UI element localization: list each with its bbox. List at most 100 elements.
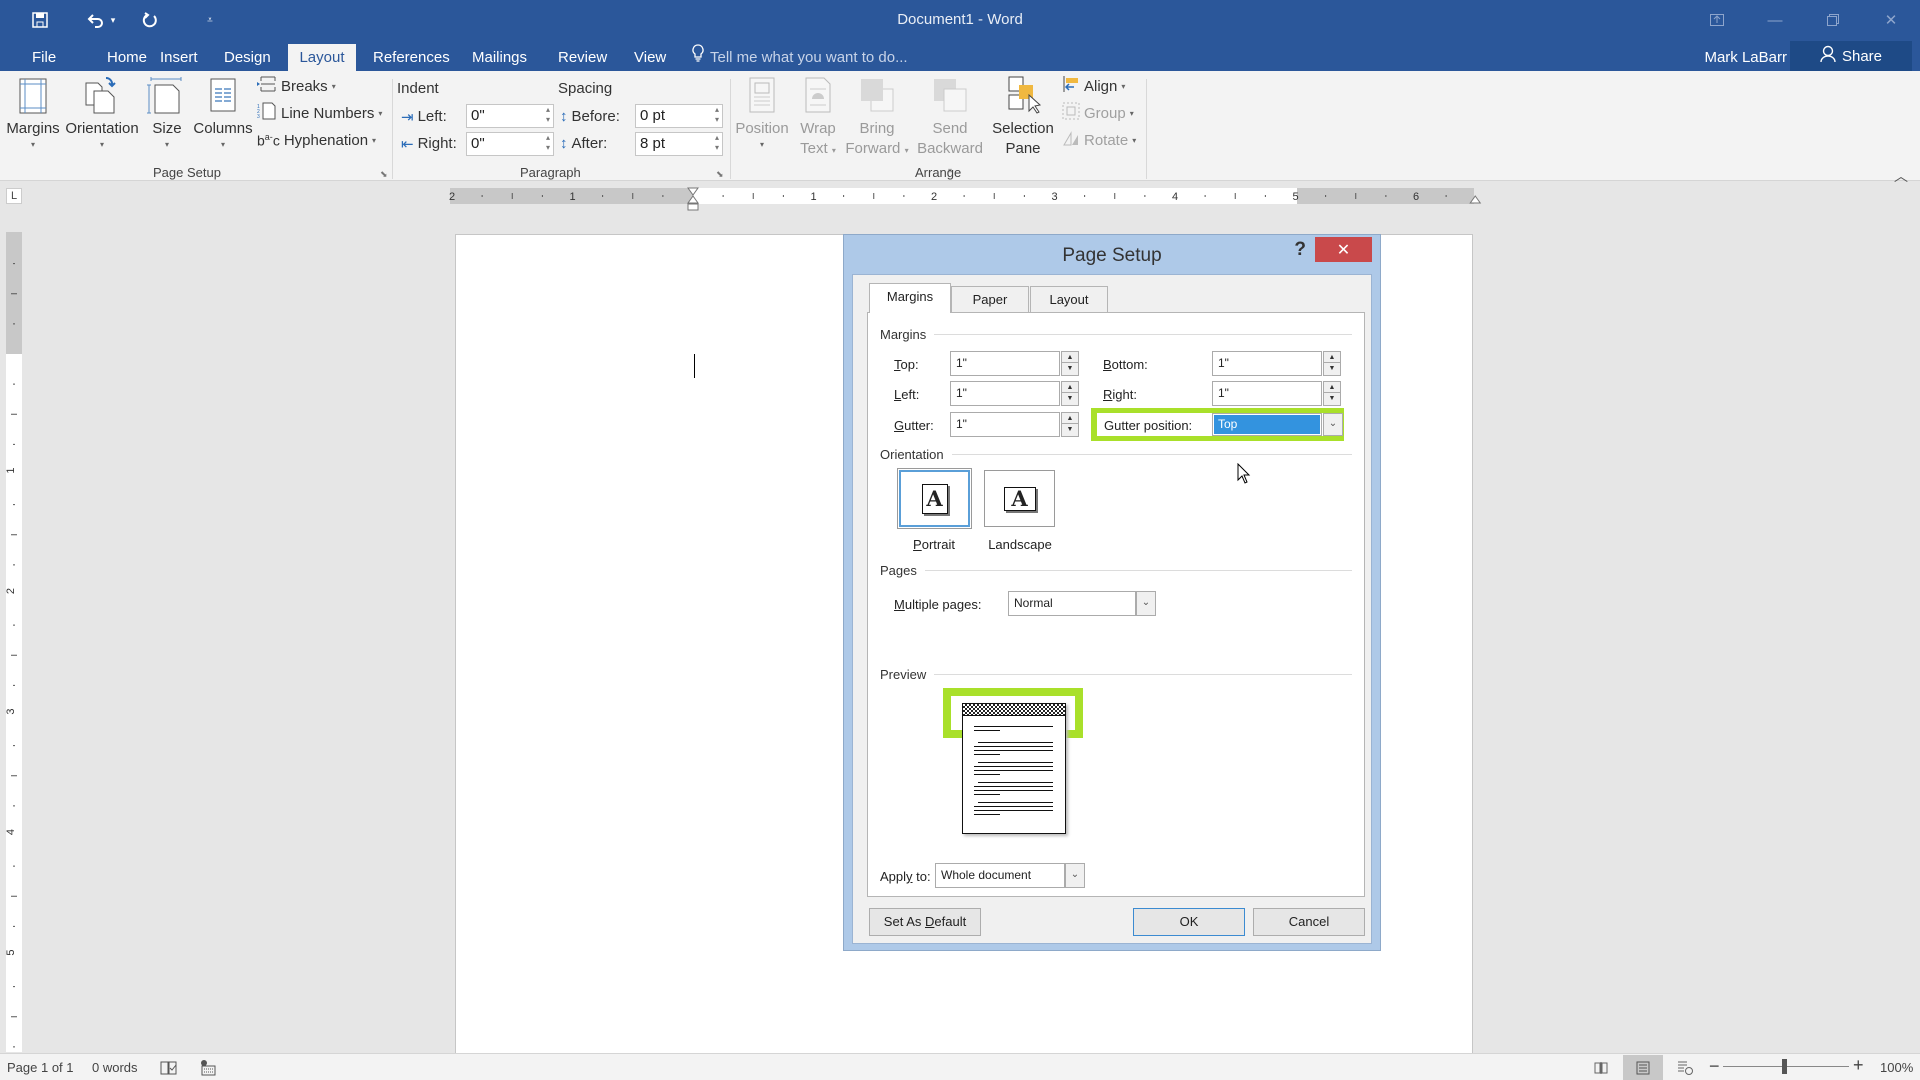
page-setup-launcher-icon[interactable]: ⬊ [380, 169, 388, 180]
restore-icon[interactable] [1804, 0, 1862, 40]
spin-arrows-icon[interactable]: ▴ ▾ [546, 133, 550, 153]
hyphenation-button[interactable]: ba-c Hyphenation ▾ [257, 129, 376, 151]
position-button[interactable]: Position ▾ [734, 75, 790, 151]
multiple-pages-dropdown-icon[interactable]: ⌄ [1136, 591, 1156, 616]
left-margin-spinner[interactable]: ▲ ▼ [1061, 381, 1079, 406]
spin-down-icon[interactable]: ▼ [1062, 393, 1078, 404]
tab-design[interactable]: Design [216, 44, 279, 71]
proofing-icon[interactable] [160, 1060, 178, 1079]
bottom-margin-spinner[interactable]: ▲ ▼ [1323, 351, 1341, 376]
apply-to-dropdown-icon[interactable]: ⌄ [1065, 863, 1085, 888]
apply-to-select[interactable]: Whole document [935, 863, 1065, 888]
tab-review[interactable]: Review [550, 44, 615, 71]
tab-file[interactable]: File [24, 44, 64, 71]
tab-mailings[interactable]: Mailings [464, 44, 535, 71]
spin-arrows-icon[interactable]: ▴ ▾ [546, 105, 550, 125]
word-count[interactable]: 0 words [92, 1060, 138, 1075]
right-margin-input[interactable]: 1" [1212, 381, 1322, 406]
zoom-slider-thumb[interactable] [1782, 1059, 1787, 1074]
tab-selector[interactable]: L [6, 188, 22, 204]
horizontal-ruler[interactable]: 2 1 1 2 3 4 5 6 [449, 187, 1482, 211]
spin-up-icon[interactable]: ▲ [1062, 352, 1078, 363]
mouse-pointer-icon [1237, 462, 1251, 490]
spacing-after-input[interactable]: 8 pt ▴ ▾ [635, 132, 723, 156]
left-margin-input[interactable]: 1" [950, 381, 1060, 406]
dialog-tab-margins[interactable]: Margins [869, 283, 951, 313]
bottom-margin-input[interactable]: 1" [1212, 351, 1322, 376]
gutter-input[interactable]: 1" [950, 412, 1060, 437]
landscape-option[interactable]: A [984, 470, 1055, 527]
minimize-icon[interactable]: — [1746, 0, 1804, 40]
indent-left-input[interactable]: 0" ▴ ▾ [466, 104, 554, 128]
top-margin-spinner[interactable]: ▲ ▼ [1061, 351, 1079, 376]
set-as-default-button[interactable]: Set As Default [869, 908, 981, 936]
tell-me-search[interactable]: Tell me what you want to do... [692, 44, 908, 71]
group-button[interactable]: Group ▾ [1062, 102, 1134, 124]
indent-right-input[interactable]: 0" ▴ ▾ [466, 132, 554, 156]
wrap-text-button[interactable]: Wrap Text ▾ [794, 75, 842, 161]
dialog-tab-paper[interactable]: Paper [951, 286, 1029, 313]
vertical-ruler[interactable]: 1 1 2 3 4 5 [6, 232, 22, 1052]
hyphenation-label: Hyphenation [283, 131, 369, 149]
spin-up-icon[interactable]: ▲ [1062, 382, 1078, 393]
macro-recording-icon[interactable] [200, 1060, 216, 1079]
zoom-level[interactable]: 100% [1880, 1060, 1913, 1075]
collapse-ribbon-icon[interactable]: ︿ [1894, 166, 1908, 186]
paragraph-launcher-icon[interactable]: ⬊ [716, 169, 724, 180]
orientation-button[interactable]: Orientation ▾ [63, 75, 141, 151]
right-margin-spinner[interactable]: ▲ ▼ [1323, 381, 1341, 406]
spin-up-icon[interactable]: ▲ [1062, 413, 1078, 424]
ribbon-display-options-icon[interactable] [1688, 0, 1746, 40]
web-layout-icon[interactable] [1665, 1055, 1705, 1080]
portrait-label[interactable]: Portrait [896, 537, 972, 552]
dialog-tab-layout[interactable]: Layout [1030, 286, 1108, 313]
close-dialog-button[interactable]: ✕ [1315, 237, 1372, 262]
spin-down-icon[interactable]: ▼ [1062, 424, 1078, 435]
top-margin-input[interactable]: 1" [950, 351, 1060, 376]
help-icon[interactable]: ? [1294, 239, 1306, 261]
tab-home[interactable]: Home [99, 44, 155, 71]
tab-insert[interactable]: Insert [152, 44, 206, 71]
spin-arrows-icon[interactable]: ▴ ▾ [715, 133, 719, 153]
bring-forward-button[interactable]: Bring Forward ▾ [844, 75, 910, 161]
read-mode-icon[interactable] [1581, 1055, 1621, 1080]
zoom-out-button[interactable]: − [1709, 1056, 1720, 1077]
columns-button[interactable]: Columns ▾ [193, 75, 253, 151]
size-button[interactable]: Size ▾ [147, 75, 187, 151]
align-icon [1062, 75, 1080, 97]
line-numbers-button[interactable]: 123 Line Numbers ▾ [257, 102, 382, 124]
selection-pane-button[interactable]: Selection Pane [990, 75, 1056, 159]
tab-references[interactable]: References [365, 44, 458, 71]
spin-up-icon[interactable]: ▲ [1324, 382, 1340, 393]
gutter-spinner[interactable]: ▲ ▼ [1061, 412, 1079, 437]
tab-layout[interactable]: Layout [288, 44, 356, 71]
share-button[interactable]: Share [1790, 41, 1912, 71]
portrait-option[interactable]: A [897, 468, 972, 529]
right-indent-marker[interactable] [1469, 195, 1482, 204]
print-layout-icon[interactable] [1623, 1055, 1663, 1080]
align-button[interactable]: Align ▾ [1062, 75, 1125, 97]
cancel-button[interactable]: Cancel [1253, 908, 1365, 936]
breaks-button[interactable]: Breaks ▾ [257, 75, 336, 97]
left-indent-marker[interactable] [687, 203, 699, 211]
spacing-before-input[interactable]: 0 pt ▴ ▾ [635, 104, 723, 128]
close-window-icon[interactable]: ✕ [1862, 0, 1920, 40]
hanging-indent-marker[interactable] [687, 195, 699, 204]
gutter-position-dropdown-icon[interactable]: ⌄ [1323, 413, 1343, 436]
first-line-indent-marker[interactable] [687, 187, 699, 196]
page-count[interactable]: Page 1 of 1 [7, 1060, 74, 1075]
spin-down-icon[interactable]: ▼ [1062, 363, 1078, 374]
spin-up-icon[interactable]: ▲ [1324, 352, 1340, 363]
rotate-button[interactable]: Rotate ▾ [1062, 129, 1136, 151]
zoom-in-button[interactable]: + [1853, 1055, 1864, 1076]
gutter-position-select[interactable]: Top [1212, 413, 1322, 436]
multiple-pages-select[interactable]: Normal [1008, 591, 1136, 616]
tab-view[interactable]: View [626, 44, 674, 71]
spin-down-icon[interactable]: ▼ [1324, 363, 1340, 374]
user-name[interactable]: Mark LaBarr [1704, 44, 1787, 71]
spin-arrows-icon[interactable]: ▴ ▾ [715, 105, 719, 125]
margins-button[interactable]: Margins ▾ [4, 75, 62, 151]
landscape-label[interactable]: Landscape [976, 537, 1064, 552]
ok-button[interactable]: OK [1133, 908, 1245, 936]
spin-down-icon[interactable]: ▼ [1324, 393, 1340, 404]
